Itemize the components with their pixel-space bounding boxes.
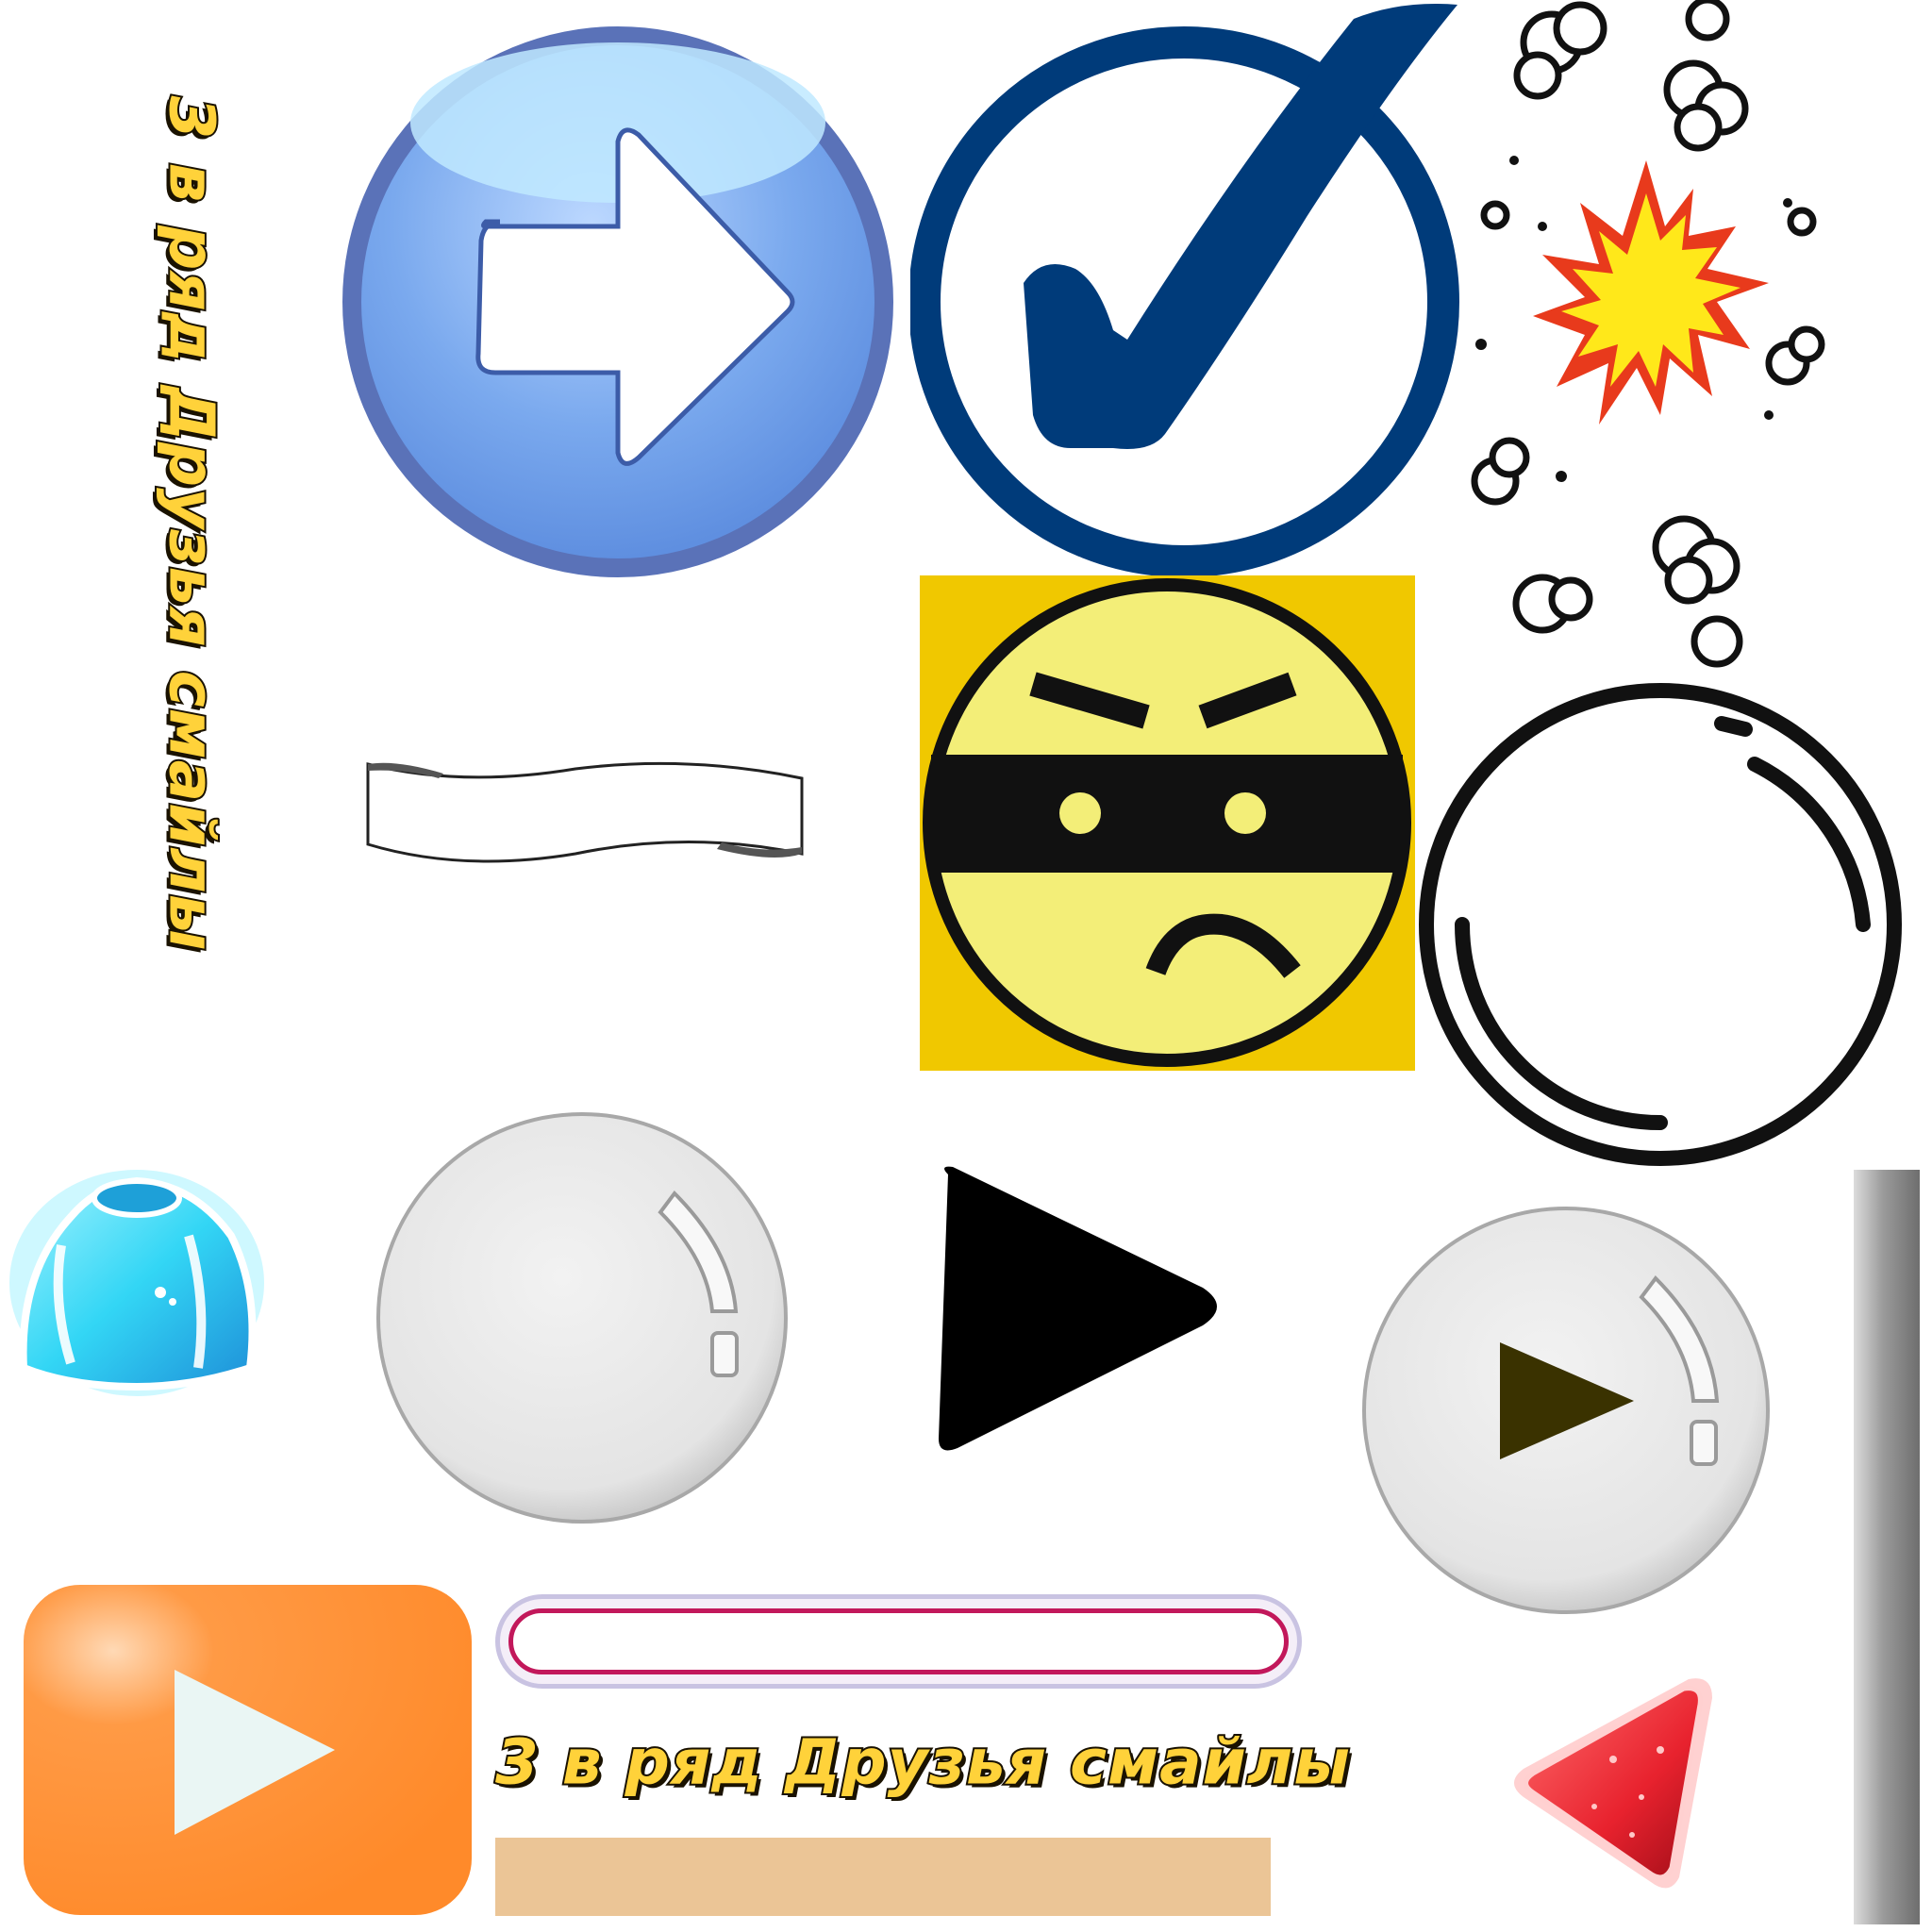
explosion-icon	[1471, 0, 1825, 668]
glass-button-icon[interactable]	[373, 1108, 792, 1528]
empty-circle-icon	[1419, 683, 1902, 1166]
tan-bar	[495, 1838, 1271, 1916]
vertical-bar	[1854, 1170, 1920, 1924]
checkmark-icon[interactable]	[910, 0, 1467, 575]
scroll-banner-icon	[366, 761, 804, 863]
horizontal-title: 3 в ряд Друзья смайлы	[493, 1712, 1472, 1811]
play-icon[interactable]	[920, 1156, 1231, 1467]
masked-bandit-smiley-icon	[920, 575, 1415, 1071]
progress-bar-track	[508, 1608, 1289, 1674]
glass-play-button-icon[interactable]	[1358, 1203, 1774, 1618]
arrow-right-icon[interactable]	[335, 24, 901, 580]
jelly-block-icon	[9, 1170, 264, 1396]
red-gem-icon	[1514, 1678, 1712, 1889]
progress-bar	[495, 1594, 1302, 1689]
vertical-title: 3 в ряд Друзья смайлы	[142, 47, 241, 1000]
vertical-title-text: 3 в ряд Друзья смайлы	[153, 94, 229, 954]
horizontal-title-text: 3 в ряд Друзья смайлы	[493, 1724, 1352, 1800]
orange-play-button-icon[interactable]	[24, 1585, 472, 1915]
